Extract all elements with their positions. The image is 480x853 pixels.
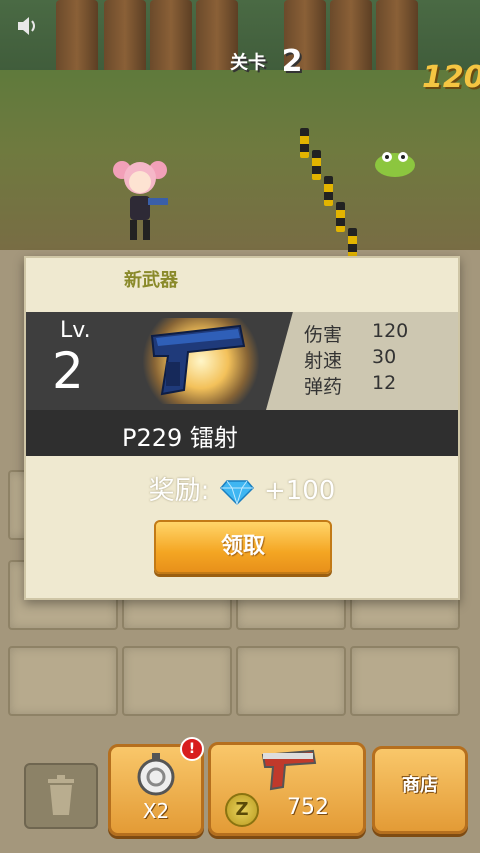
speed-multiplier: X2 — [142, 799, 170, 823]
player-character — [113, 161, 168, 240]
coin-icon: Z — [225, 793, 259, 827]
new-weapon-dialog: 新武器 Lv. 2 伤害 120 射速 30 弹药 12 P229 镭射 奖励:… — [24, 256, 460, 600]
barrier-post — [336, 202, 345, 232]
stat-value: 30 — [372, 346, 397, 368]
reward-value: +100 — [263, 476, 336, 506]
merge-slot[interactable] — [8, 646, 118, 716]
pistol-icon — [261, 749, 317, 791]
claim-button[interactable]: 领取 — [154, 520, 332, 574]
trash-button[interactable] — [24, 763, 98, 829]
reward-line: 奖励: +100 — [26, 470, 458, 507]
barrier-post — [348, 228, 357, 258]
stage-number: 2 — [281, 44, 303, 79]
weapon-name-band: P229 镭射 — [26, 410, 458, 456]
merge-slot[interactable] — [236, 646, 346, 716]
weapon-info-band: Lv. 2 伤害 120 射速 30 弹药 12 — [26, 312, 458, 410]
stat-label: 弹药 — [304, 376, 343, 398]
coin-counter: 120 — [422, 60, 480, 95]
merge-slot[interactable] — [122, 646, 232, 716]
stat-value: 120 — [372, 320, 409, 342]
fence-plank — [104, 0, 146, 78]
fence-plank — [150, 0, 192, 78]
game-scene: 关卡 2 120 新武器 Lv. 2 伤害 120 射速 30 弹药 12 P2… — [0, 0, 480, 853]
diamond-icon — [219, 479, 254, 505]
level-number: 2 — [52, 342, 84, 400]
buy-price: 752 — [287, 795, 329, 820]
buy-weapon-button[interactable]: Z 752 — [208, 742, 366, 836]
dialog-title: 新武器 — [124, 270, 178, 291]
stat-label: 射速 — [304, 350, 343, 372]
stat-label: 伤害 — [304, 324, 343, 346]
alert-badge: ! — [180, 737, 204, 761]
stage-indicator: 关卡 2 — [230, 44, 302, 79]
merge-slot[interactable] — [350, 646, 460, 716]
stage-label: 关卡 — [230, 52, 266, 74]
barrier-post — [324, 176, 333, 206]
shop-button[interactable]: 商店 — [372, 746, 468, 834]
weapon-name: P229 镭射 — [122, 424, 238, 452]
barrier-post — [312, 150, 321, 180]
fence-plank — [376, 0, 418, 78]
pistol-icon — [150, 324, 246, 396]
reward-label: 奖励: — [148, 476, 210, 506]
stat-value: 12 — [372, 372, 397, 394]
speaker-icon[interactable] — [14, 12, 42, 40]
fence-plank — [56, 0, 98, 78]
shop-label: 商店 — [402, 775, 438, 796]
enemy-frog — [375, 152, 415, 177]
trash-icon — [48, 775, 74, 815]
barrier-post — [300, 128, 309, 158]
level-label: Lv. — [60, 318, 91, 343]
fence-plank — [330, 0, 372, 78]
